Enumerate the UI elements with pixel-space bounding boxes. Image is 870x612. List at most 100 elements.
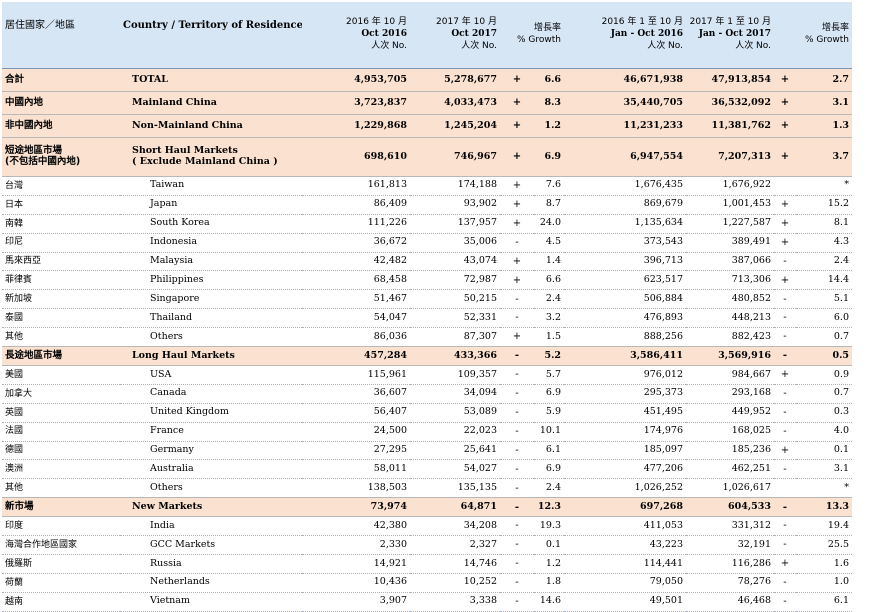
ytd-2016-cell: 114,441 <box>564 554 686 574</box>
growth-ytd-sign-cell: + <box>774 233 796 253</box>
ytd-2017-cell: 331,312 <box>686 516 774 537</box>
table-row: 德國 Germany 27,295 25,641-6.1 185,097 185,236 +… <box>2 441 852 461</box>
oct-2016-cell: 698,610 <box>302 137 410 177</box>
growth-oct-sign-cell: + <box>500 176 534 196</box>
country-zh-cell: 短途地區市場 (不包括中國內地) <box>2 137 120 177</box>
table-row-summary: 合計 TOTAL 4,953,705 5,278,677 +6.6 46,671,938 4… <box>2 68 852 92</box>
header-ytd-2016-zh: 2016 年 1 至 10 月 <box>601 17 683 28</box>
country-en-cell: Singapore <box>120 289 302 310</box>
growth-ytd-sign-cell: - <box>774 327 796 348</box>
growth-oct-sign-cell: + <box>500 252 534 272</box>
oct-2016-cell: 10,436 <box>302 573 410 593</box>
ytd-2016-cell: 411,053 <box>564 516 686 537</box>
oct-2017-cell: 93,902 <box>410 195 500 215</box>
ytd-2017-cell: 1,026,617 <box>686 478 774 499</box>
country-zh-cell: 新加坡 <box>2 289 120 310</box>
oct-2017-cell: 137,957 <box>410 214 500 234</box>
ytd-2016-cell: 185,097 <box>564 441 686 461</box>
ytd-2017-cell: 78,276 <box>686 573 774 593</box>
table-row: 荷蘭 Netherlands 10,436 10,252-1.8 79,050 78,27… <box>2 573 852 593</box>
ytd-2016-cell: 174,976 <box>564 422 686 442</box>
ytd-2017-cell: 32,191 <box>686 535 774 556</box>
growth-oct-cell: 8.3 <box>534 91 564 115</box>
growth-ytd-sign-cell: + <box>774 91 796 115</box>
oct-2016-cell: 54,047 <box>302 308 410 329</box>
oct-2016-cell: 86,036 <box>302 327 410 348</box>
country-zh-cell: 其他 <box>2 327 120 348</box>
country-en-cell: Taiwan <box>120 176 302 196</box>
ytd-2016-cell: 373,543 <box>564 233 686 253</box>
oct-2016-cell: 36,672 <box>302 233 410 253</box>
table-header-row: 居住國家／地區 Country / Territory of Residence… <box>2 2 852 69</box>
country-en-cell: Philippines <box>120 270 302 291</box>
oct-2017-cell: 72,987 <box>410 270 500 291</box>
header-oct-2017-zh: 2017 年 10 月 <box>436 17 497 28</box>
growth-ytd-cell: 2.4 <box>796 252 852 272</box>
ytd-2016-cell: 396,713 <box>564 252 686 272</box>
country-zh-cell: 日本 <box>2 195 120 215</box>
table-row: 英國 United Kingdom 56,407 53,089-5.9 451,495 4… <box>2 403 852 423</box>
growth-oct-sign-cell: + <box>500 91 534 115</box>
growth-ytd-sign-cell: - <box>774 422 796 442</box>
oct-2017-cell: 43,074 <box>410 252 500 272</box>
country-zh-cell: 長途地區市場 <box>2 346 120 367</box>
country-en-cell: Canada <box>120 384 302 404</box>
country-zh-cell: 法國 <box>2 422 120 442</box>
growth-ytd-sign-cell: + <box>774 195 796 215</box>
country-zh-cell: 美國 <box>2 365 120 385</box>
header-oct-2016: 2016 年 10 月 Oct 2016 人次 No. <box>302 2 410 69</box>
header-growth-oct-zh: 增長率 <box>533 23 561 34</box>
ytd-2016-cell: 476,893 <box>564 308 686 329</box>
ytd-2016-cell: 11,231,233 <box>564 114 686 138</box>
growth-oct-sign-cell: - <box>500 233 534 253</box>
growth-ytd-cell: 3.1 <box>796 91 852 115</box>
oct-2017-cell: 109,357 <box>410 365 500 385</box>
country-en-cell: TOTAL <box>120 68 302 92</box>
oct-2016-cell: 115,961 <box>302 365 410 385</box>
growth-oct-cell: 5.7 <box>534 365 564 385</box>
growth-ytd-cell: 8.1 <box>796 214 852 234</box>
ytd-2016-cell: 976,012 <box>564 365 686 385</box>
header-growth-ytd-en: % Growth <box>805 35 849 45</box>
growth-ytd-sign-cell: + <box>774 365 796 385</box>
growth-oct-sign-cell: - <box>500 573 534 593</box>
oct-2017-cell: 52,331 <box>410 308 500 329</box>
growth-oct-cell: 3.2 <box>534 308 564 329</box>
growth-ytd-sign-cell: + <box>774 441 796 461</box>
growth-ytd-cell: 2.7 <box>796 68 852 92</box>
country-zh-cell: 加拿大 <box>2 384 120 404</box>
header-oct-2017: 2017 年 10 月 Oct 2017 人次 No. <box>410 2 500 69</box>
ytd-2017-cell: 293,168 <box>686 384 774 404</box>
oct-2016-cell: 51,467 <box>302 289 410 310</box>
country-en-cell: USA <box>120 365 302 385</box>
oct-2016-cell: 4,953,705 <box>302 68 410 92</box>
country-en-cell: Long Haul Markets <box>120 346 302 367</box>
table-row: 印度 India 42,380 34,208-19.3 411,053 331,312-1… <box>2 516 852 537</box>
growth-oct-sign-cell: - <box>500 441 534 461</box>
country-en-cell: Others <box>120 327 302 348</box>
oct-2017-cell: 5,278,677 <box>410 68 500 92</box>
oct-2017-cell: 22,023 <box>410 422 500 442</box>
growth-oct-sign-cell: + <box>500 68 534 92</box>
ytd-2017-cell: 36,532,092 <box>686 91 774 115</box>
table-row: 馬來西亞 Malaysia 42,482 43,074 +1.4 396,713 387,0… <box>2 252 852 272</box>
growth-oct-cell: 6.6 <box>534 270 564 291</box>
ytd-2017-cell: 604,533 <box>686 497 774 518</box>
table-row: 美國 USA 115,961 109,357-5.7 976,012 984,667 +0.… <box>2 365 852 385</box>
oct-2016-cell: 27,295 <box>302 441 410 461</box>
ytd-2016-cell: 1,135,634 <box>564 214 686 234</box>
ytd-2017-cell: 7,207,313 <box>686 137 774 177</box>
country-zh-cell: 海灣合作地區國家 <box>2 535 120 556</box>
growth-oct-cell: 12.3 <box>534 497 564 518</box>
growth-ytd-sign-cell: - <box>774 308 796 329</box>
table-row: 海灣合作地區國家 GCC Markets 2,330 2,327-0.1 43,223 3… <box>2 535 852 556</box>
ytd-2016-cell: 3,586,411 <box>564 346 686 367</box>
growth-ytd-sign-cell: - <box>774 459 796 480</box>
growth-oct-cell: 6.6 <box>534 68 564 92</box>
oct-2016-cell: 68,458 <box>302 270 410 291</box>
growth-ytd-sign-cell: - <box>774 403 796 423</box>
growth-ytd-cell: 0.3 <box>796 403 852 423</box>
country-zh-cell: 俄羅斯 <box>2 554 120 574</box>
header-oct-2016-unit: 人次 No. <box>371 40 407 51</box>
growth-oct-cell: 8.7 <box>534 195 564 215</box>
